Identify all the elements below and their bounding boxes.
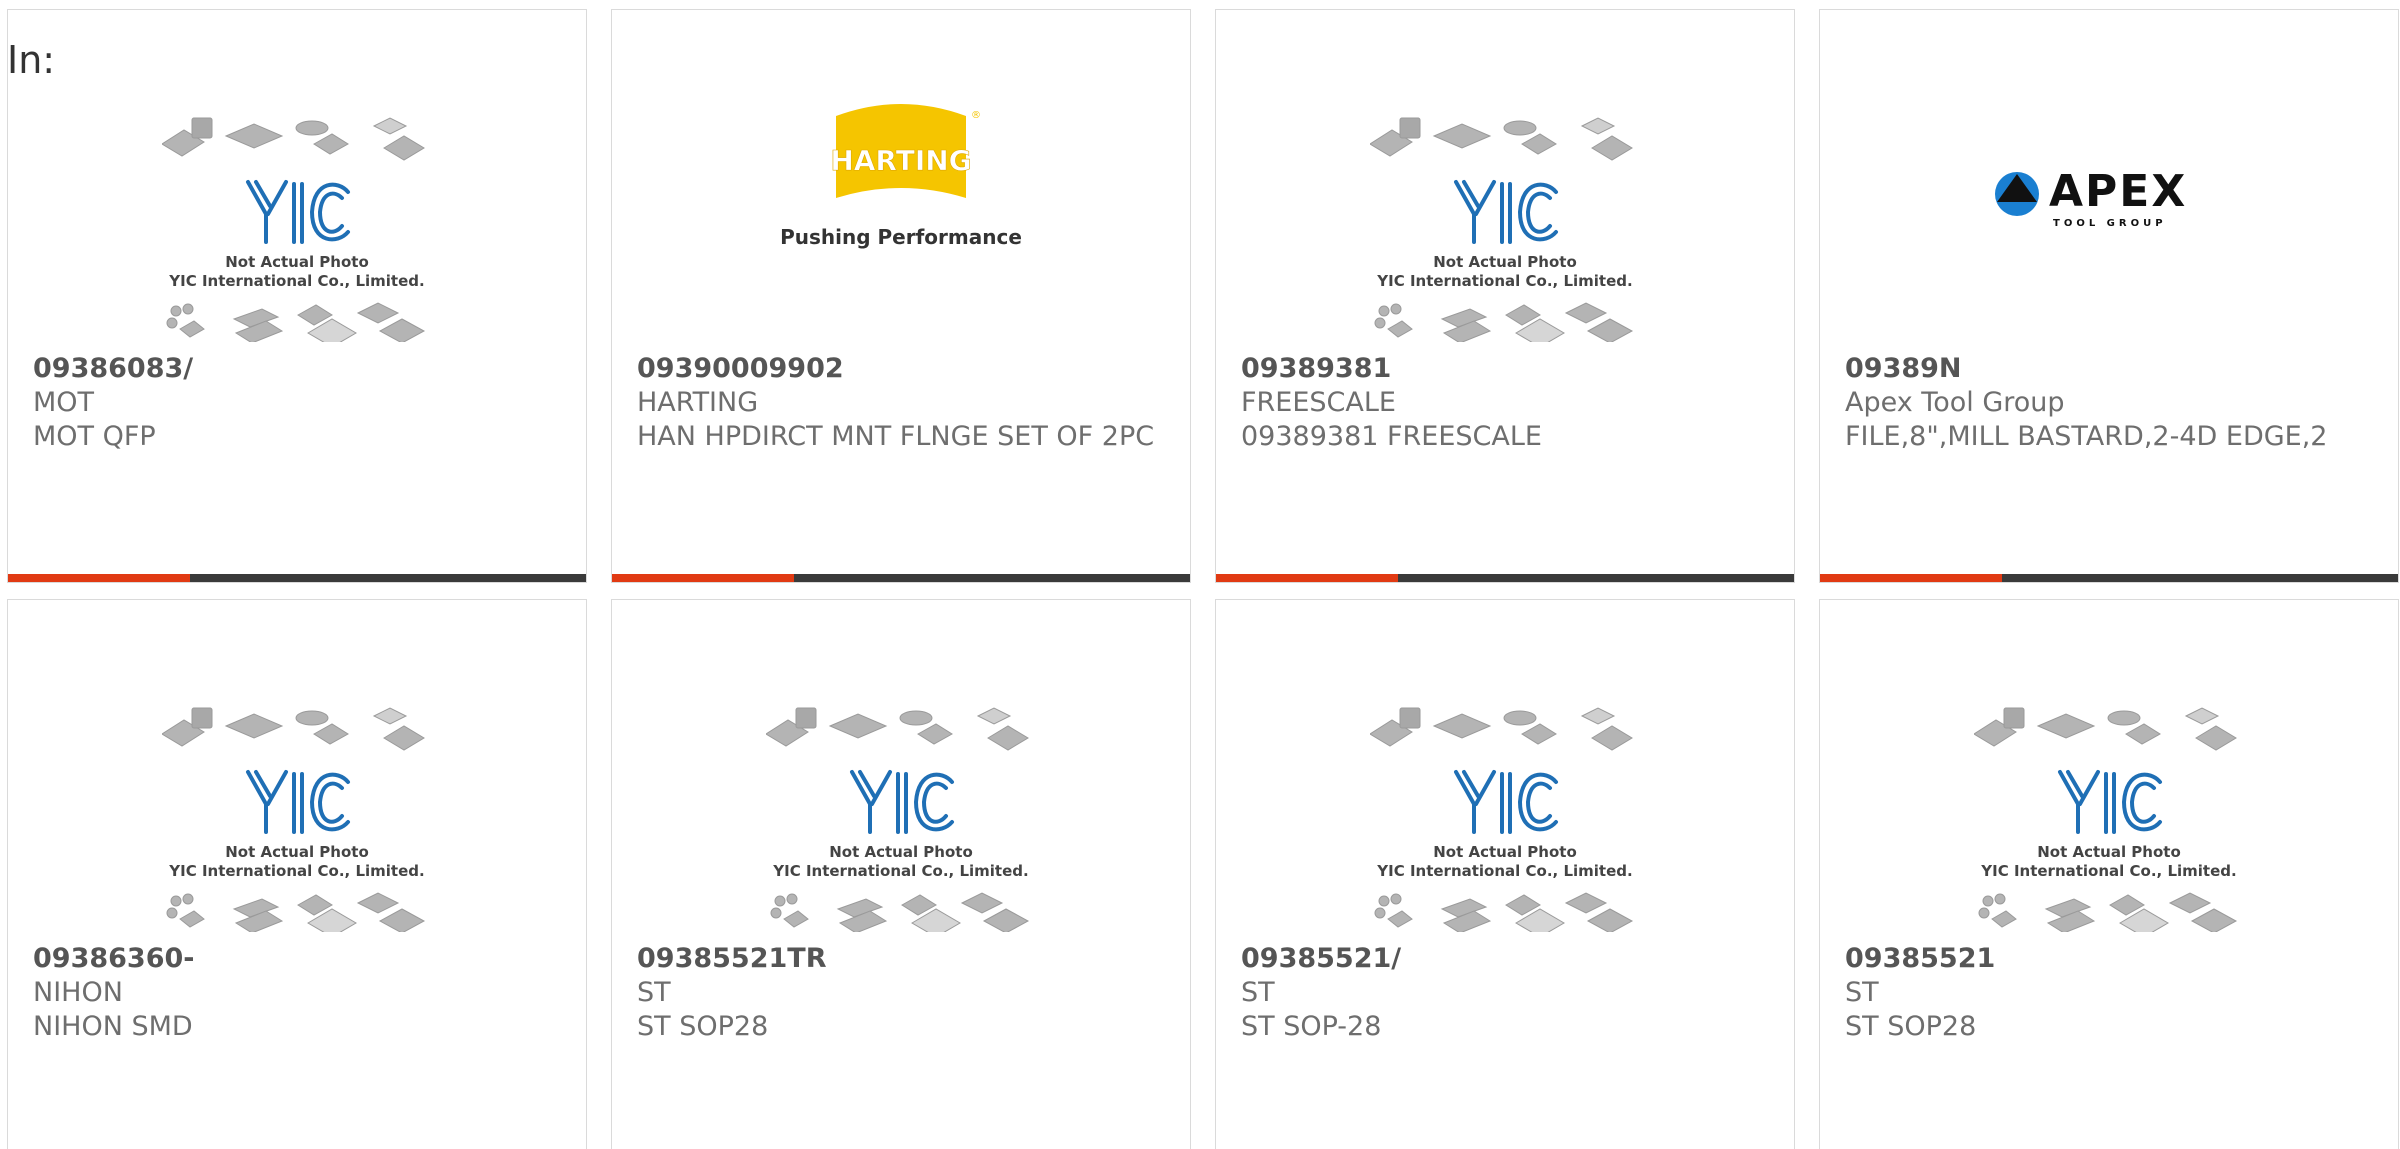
product-info: 09385521TR ST ST SOP28	[637, 942, 1170, 1044]
product-card[interactable]: Not Actual Photo YIC International Co., …	[1215, 9, 1795, 583]
manufacturer: ST	[1845, 977, 1879, 1008]
product-info: 09389381 FREESCALE 09389381 FREESCALE	[1241, 352, 1774, 454]
description: FILE,8",MILL BASTARD,2-4D EDGE,2	[1845, 421, 2328, 452]
card-bottom-bar	[1216, 574, 1794, 582]
card-bottom-bar	[612, 574, 1190, 582]
description: ST SOP28	[1845, 1011, 1977, 1042]
svg-text:HARTING: HARTING	[830, 144, 971, 177]
yic-placeholder-icon: Not Actual Photo YIC International Co., …	[1370, 117, 1634, 342]
card-accent-bar	[1820, 574, 2002, 582]
manufacturer: MOT	[33, 387, 95, 418]
yic-placeholder-icon: Not Actual Photo YIC International Co., …	[766, 707, 1030, 932]
svg-text:Not Actual Photo: Not Actual Photo	[225, 253, 369, 271]
product-info: 09389N Apex Tool Group FILE,8",MILL BAST…	[1845, 352, 2378, 454]
product-image[interactable]: Not Actual Photo YIC International Co., …	[8, 102, 586, 352]
part-number[interactable]: 09385521/	[1241, 942, 1774, 976]
svg-text:Pushing Performance: Pushing Performance	[780, 225, 1022, 249]
manufacturer: FREESCALE	[1241, 387, 1396, 418]
part-number[interactable]: 09390009902	[637, 352, 1170, 386]
part-number[interactable]: 09389381	[1241, 352, 1774, 386]
product-card[interactable]: Not Actual Photo YIC International Co., …	[7, 9, 587, 583]
svg-text:YIC International Co., Limited: YIC International Co., Limited.	[1980, 862, 2236, 880]
svg-text:YIC International Co., Limited: YIC International Co., Limited.	[1376, 862, 1632, 880]
yic-placeholder-icon: Not Actual Photo YIC International Co., …	[162, 117, 426, 342]
svg-text:Not Actual Photo: Not Actual Photo	[1433, 843, 1577, 861]
card-accent-bar	[612, 574, 794, 582]
product-info: 09385521 ST ST SOP28	[1845, 942, 2378, 1044]
product-image[interactable]: Not Actual Photo YIC International Co., …	[1216, 692, 1794, 942]
manufacturer: ST	[1241, 977, 1275, 1008]
product-info: 09390009902 HARTING HAN HPDIRCT MNT FLNG…	[637, 352, 1170, 454]
product-grid-page: In: Not Actual Photo YIC International C…	[0, 0, 2400, 1149]
part-number[interactable]: 09386360-	[33, 942, 566, 976]
product-image[interactable]: APEX TOOL GROUP	[1820, 134, 2398, 384]
product-info: 09386083/ MOT MOT QFP	[33, 352, 566, 454]
product-card[interactable]: Not Actual Photo YIC International Co., …	[1819, 599, 2399, 1149]
description: HAN HPDIRCT MNT FLNGE SET OF 2PC	[637, 421, 1155, 452]
description: NIHON SMD	[33, 1011, 193, 1042]
product-grid-row-2: Not Actual Photo YIC International Co., …	[7, 599, 2399, 1149]
description: MOT QFP	[33, 421, 156, 452]
product-info: 09385521/ ST ST SOP-28	[1241, 942, 1774, 1044]
product-image[interactable]: Not Actual Photo YIC International Co., …	[8, 692, 586, 942]
svg-text:TOOL GROUP: TOOL GROUP	[2053, 218, 2167, 229]
card-bottom-bar	[1820, 574, 2398, 582]
part-number[interactable]: 09386083/	[33, 352, 566, 386]
product-grid: Not Actual Photo YIC International Co., …	[7, 9, 2399, 583]
svg-text:APEX: APEX	[2049, 166, 2187, 217]
svg-text:YIC International Co., Limited: YIC International Co., Limited.	[772, 862, 1028, 880]
apex-logo-icon: APEX TOOL GROUP	[1995, 166, 2187, 229]
in-label: In:	[7, 38, 56, 82]
part-number[interactable]: 09385521TR	[637, 942, 1170, 976]
product-image[interactable]: Not Actual Photo YIC International Co., …	[1216, 102, 1794, 352]
card-accent-bar	[1216, 574, 1398, 582]
description: 09389381 FREESCALE	[1241, 421, 1542, 452]
product-card[interactable]: Not Actual Photo YIC International Co., …	[7, 599, 587, 1149]
yic-placeholder-icon: Not Actual Photo YIC International Co., …	[1370, 707, 1634, 932]
yic-placeholder-icon: Not Actual Photo YIC International Co., …	[162, 707, 426, 932]
svg-text:®: ®	[971, 110, 981, 121]
svg-text:Not Actual Photo: Not Actual Photo	[2037, 843, 2181, 861]
description: ST SOP28	[637, 1011, 769, 1042]
product-image[interactable]: HARTING ® Pushing Performance	[612, 98, 1190, 348]
product-card[interactable]: Not Actual Photo YIC International Co., …	[611, 599, 1191, 1149]
product-card[interactable]: Not Actual Photo YIC International Co., …	[1215, 599, 1795, 1149]
card-bottom-bar	[8, 574, 586, 582]
svg-text:YIC International Co., Limited: YIC International Co., Limited.	[168, 272, 424, 290]
product-card[interactable]: HARTING ® Pushing Performance 0939000990…	[611, 9, 1191, 583]
part-number[interactable]: 09385521	[1845, 942, 2378, 976]
manufacturer: ST	[637, 977, 671, 1008]
svg-text:Not Actual Photo: Not Actual Photo	[829, 843, 973, 861]
product-info: 09386360- NIHON NIHON SMD	[33, 942, 566, 1044]
harting-logo-icon: HARTING ® Pushing Performance	[780, 104, 1022, 249]
yic-placeholder-icon: Not Actual Photo YIC International Co., …	[1974, 707, 2238, 932]
manufacturer: NIHON	[33, 977, 123, 1008]
product-card[interactable]: APEX TOOL GROUP 09389N Apex Tool Group F…	[1819, 9, 2399, 583]
manufacturer: Apex Tool Group	[1845, 387, 2065, 418]
svg-text:Not Actual Photo: Not Actual Photo	[225, 843, 369, 861]
svg-text:Not Actual Photo: Not Actual Photo	[1433, 253, 1577, 271]
svg-text:YIC International Co., Limited: YIC International Co., Limited.	[1376, 272, 1632, 290]
manufacturer: HARTING	[637, 387, 759, 418]
product-image[interactable]: Not Actual Photo YIC International Co., …	[612, 692, 1190, 942]
card-accent-bar	[8, 574, 190, 582]
product-image[interactable]: Not Actual Photo YIC International Co., …	[1820, 692, 2398, 942]
svg-text:YIC International Co., Limited: YIC International Co., Limited.	[168, 862, 424, 880]
description: ST SOP-28	[1241, 1011, 1382, 1042]
part-number[interactable]: 09389N	[1845, 352, 2378, 386]
